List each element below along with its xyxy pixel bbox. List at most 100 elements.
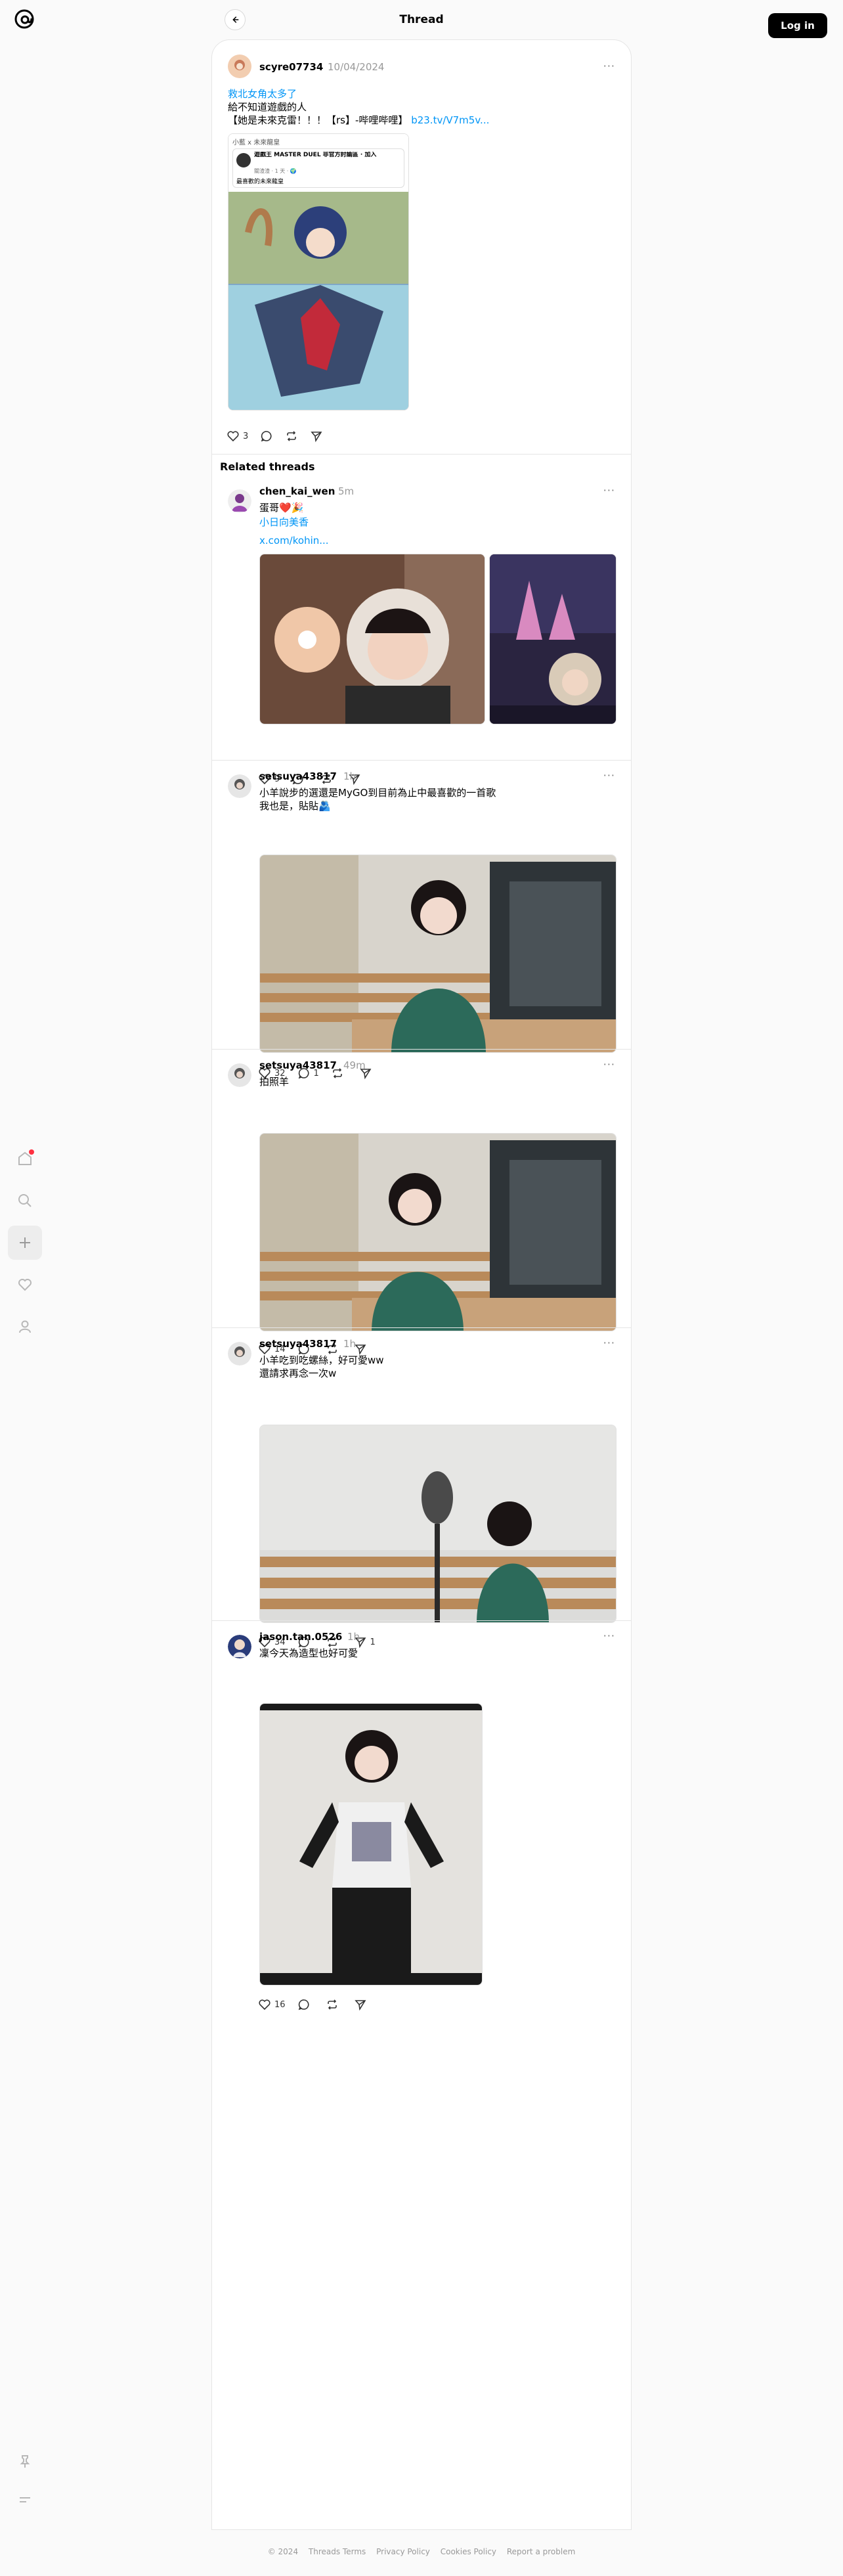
share-button[interactable]	[354, 1997, 370, 2012]
footer: © 2024 Threads Terms Privacy Policy Cook…	[0, 2547, 843, 2556]
threads-logo-icon[interactable]	[13, 8, 35, 30]
post-image[interactable]	[259, 554, 485, 724]
post-text: 【她是未來克雷！！！【rs】-哔哩哔哩】	[228, 114, 408, 126]
repost-icon	[287, 431, 297, 441]
post-link[interactable]: 小日向美香	[259, 516, 309, 529]
post-image[interactable]	[259, 855, 616, 1053]
timestamp: 1h	[343, 770, 357, 782]
embed-avatar	[236, 153, 251, 167]
related-post: setsuya43817 49m ··· 拍照羊 14	[212, 1049, 631, 1356]
heart-icon[interactable]	[8, 1268, 42, 1302]
pin-icon[interactable]	[8, 2445, 42, 2479]
related-post: setsuya43817 1h ··· 小羊吃到吃螺絲，好可愛ww 還請求再念一…	[212, 1327, 631, 1649]
avatar[interactable]	[228, 1635, 251, 1658]
arrow-left-icon	[232, 16, 239, 23]
back-button[interactable]	[225, 9, 246, 30]
page-title: Thread	[399, 13, 444, 26]
embed-card: 遊戲王 MASTER DUEL 非官方討論區 · 加入 關渣渣 · 1 天 · …	[232, 148, 404, 188]
plus-icon[interactable]	[8, 1226, 42, 1260]
timestamp: 49m	[343, 1059, 366, 1071]
post-text-line: 蛋哥❤️🎉	[259, 502, 304, 514]
share-button[interactable]	[310, 429, 323, 443]
avatar[interactable]	[228, 1063, 251, 1087]
footer-copyright: © 2024	[267, 2547, 299, 2556]
related-post: jason.tan.0526 1h ··· 凜今天為造型也好可愛 16	[212, 1620, 631, 2011]
like-count: 16	[274, 1999, 286, 2010]
repost-icon	[327, 1999, 337, 2010]
related-threads-heading: Related threads	[220, 460, 315, 473]
footer-link-report[interactable]: Report a problem	[507, 2547, 575, 2556]
post-text-line: 小羊說步的選還是MyGO到目前為止中最喜歡的一首歌	[259, 787, 496, 799]
post-image[interactable]	[259, 1703, 483, 1986]
user-icon[interactable]	[8, 1310, 42, 1344]
main-post: scyre07734 10/04/2024 ··· 救北女角太多了 給不知道遊戲…	[212, 40, 631, 454]
username[interactable]: chen_kai_wen	[259, 485, 335, 497]
heart-icon	[227, 431, 239, 442]
more-options-button[interactable]: ···	[603, 1337, 615, 1349]
like-button[interactable]: 16	[258, 1997, 286, 2012]
embed-caption: 最喜歡的未來龍皇	[236, 179, 284, 185]
header: Thread	[211, 0, 632, 39]
avatar[interactable]	[228, 1342, 251, 1366]
avatar[interactable]	[228, 55, 251, 78]
avatar[interactable]	[228, 774, 251, 798]
notification-dot	[29, 1149, 34, 1155]
login-button[interactable]: Log in	[768, 13, 827, 38]
comment-icon	[298, 1999, 309, 2010]
timestamp: 1h	[347, 1631, 360, 1643]
username[interactable]: setsuya43817	[259, 770, 337, 782]
home-icon[interactable]	[8, 1142, 42, 1176]
post-image[interactable]	[259, 1425, 616, 1623]
repost-button[interactable]	[326, 1997, 342, 2012]
send-icon	[311, 432, 322, 443]
more-options-button[interactable]: ···	[603, 1058, 615, 1071]
heart-icon	[259, 1999, 270, 2010]
more-options-button[interactable]: ···	[603, 769, 615, 782]
like-count: 3	[243, 431, 249, 441]
post-text-line: 還請求再念一次w	[259, 1367, 337, 1379]
post-link[interactable]: b23.tv/V7m5v...	[411, 114, 489, 126]
timestamp: 1h	[343, 1338, 357, 1350]
reply-button[interactable]	[297, 1997, 314, 2012]
send-icon	[354, 2000, 366, 2011]
footer-link-privacy[interactable]: Privacy Policy	[376, 2547, 430, 2556]
post-text-line: 凜今天為造型也好可愛	[259, 1647, 358, 1659]
embed-author-meta: 關渣渣 · 1 天 · 🌍	[254, 168, 297, 174]
timestamp: 5m	[338, 485, 355, 497]
more-options-button[interactable]: ···	[603, 60, 615, 72]
post-text-line: 拍照羊	[259, 1076, 290, 1088]
menu-icon[interactable]	[8, 2483, 42, 2517]
post-text-line: 我也是，貼貼🫂	[259, 800, 331, 812]
related-post: chen_kai_wen 5m ··· 蛋哥❤️🎉 小日向美香 x.com/ko…	[212, 481, 631, 799]
post-image[interactable]: 小藍 x 未來龍皇 遊戲王 MASTER DUEL 非官方討論區 · 加入 關渣…	[228, 133, 409, 411]
avatar[interactable]	[228, 489, 251, 513]
username[interactable]: setsuya43817	[259, 1338, 337, 1350]
post-link[interactable]: x.com/kohin...	[259, 534, 329, 547]
embed-top-text: 小藍 x 未來龍皇	[232, 139, 280, 146]
footer-link-cookies[interactable]: Cookies Policy	[441, 2547, 496, 2556]
embed-author: 遊戲王 MASTER DUEL 非官方討論區 · 加入	[254, 152, 377, 158]
username[interactable]: scyre07734	[259, 61, 323, 73]
timestamp: 10/04/2024	[328, 61, 385, 73]
post-actions: 16	[258, 1997, 382, 2012]
post-text-line: 【她是未來克雷！！！【rs】-哔哩哔哩】 b23.tv/V7m5v...	[228, 114, 489, 127]
thread-panel: scyre07734 10/04/2024 ··· 救北女角太多了 給不知道遊戲…	[211, 39, 632, 2530]
comment-icon	[261, 431, 272, 442]
post-text-line[interactable]: 救北女角太多了	[228, 87, 297, 100]
more-options-button[interactable]: ···	[603, 484, 615, 497]
username[interactable]: jason.tan.0526	[259, 1631, 342, 1643]
more-options-button[interactable]: ···	[603, 1630, 615, 1642]
post-image[interactable]	[489, 554, 616, 724]
post-text-line: 給不知道遊戲的人	[228, 101, 307, 113]
repost-button[interactable]	[285, 429, 298, 443]
post-text-line: 小羊吃到吃螺絲，好可愛ww	[259, 1354, 384, 1366]
search-icon[interactable]	[8, 1184, 42, 1218]
divider	[212, 454, 631, 455]
sidebar	[0, 0, 50, 2576]
username[interactable]: setsuya43817	[259, 1059, 337, 1071]
post-actions: 3	[227, 429, 335, 443]
like-button[interactable]: 3	[227, 429, 248, 443]
reply-button[interactable]	[260, 429, 273, 443]
footer-link-terms[interactable]: Threads Terms	[309, 2547, 366, 2556]
post-image[interactable]	[259, 1133, 616, 1331]
